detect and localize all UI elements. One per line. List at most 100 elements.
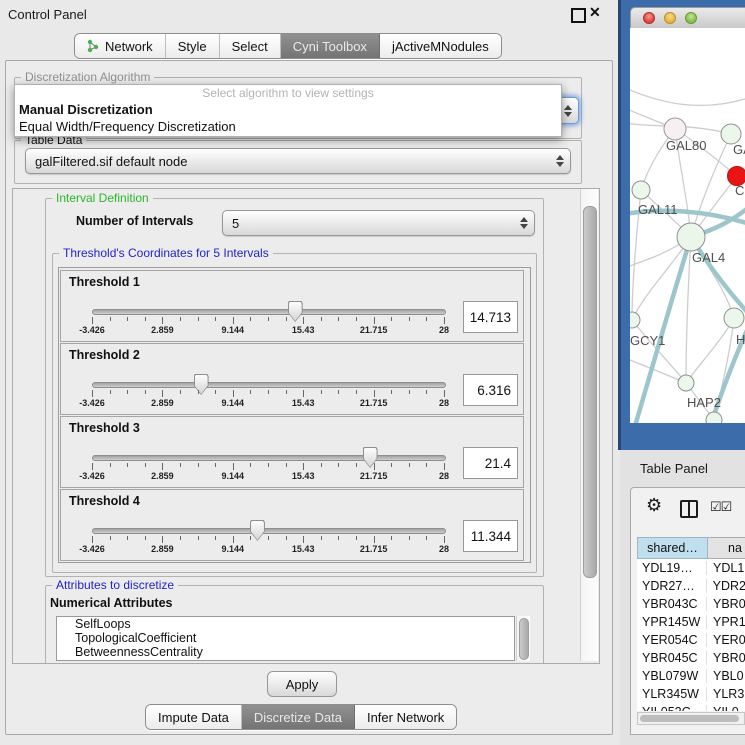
tab-label: Select bbox=[232, 39, 268, 54]
slider-tick-label: -3.426 bbox=[79, 325, 105, 335]
algorithm-option[interactable]: Manual Discretization bbox=[15, 101, 561, 118]
table-data-combobox[interactable]: galFiltered.sif default node bbox=[25, 148, 571, 174]
slider-tick-label: 2.859 bbox=[151, 544, 174, 554]
select-columns-icon[interactable]: ☑☑ bbox=[710, 499, 731, 515]
network-node[interactable] bbox=[706, 412, 722, 423]
discretization-algorithm-group-title: Discretization Algorithm bbox=[21, 70, 154, 84]
threshold-slider-thumb[interactable] bbox=[194, 374, 209, 395]
tab-label: Infer Network bbox=[367, 710, 444, 725]
tab-discretize-data[interactable]: Discretize Data bbox=[242, 705, 355, 729]
table-row[interactable]: YBR043CYBR0 bbox=[637, 595, 745, 613]
column-header-shared-name[interactable]: shared… bbox=[637, 537, 708, 559]
table-row[interactable]: YDR27…YDR2 bbox=[637, 577, 745, 595]
column-header-name[interactable]: na bbox=[708, 537, 745, 559]
network-node-label: GAL11 bbox=[638, 202, 678, 217]
minimize-window-icon[interactable] bbox=[664, 12, 676, 24]
slider-tick-label: 9.144 bbox=[222, 398, 245, 408]
zoom-window-icon[interactable] bbox=[685, 12, 697, 24]
gear-icon[interactable]: ⚙ bbox=[646, 495, 662, 516]
network-node-label: GCY1 bbox=[630, 333, 665, 348]
tab-impute-data[interactable]: Impute Data bbox=[146, 705, 242, 729]
slider-tick-label: 21.715 bbox=[360, 325, 388, 335]
attribute-list-item[interactable]: BetweennessCentrality bbox=[57, 645, 514, 659]
table-row[interactable]: YDL19…YDL1 bbox=[637, 559, 745, 577]
interval-definition-group-title: Interval Definition bbox=[52, 191, 153, 205]
float-panel-icon[interactable] bbox=[571, 8, 586, 23]
tab-style[interactable]: Style bbox=[166, 34, 220, 58]
threshold-label: Threshold 3 bbox=[69, 421, 140, 435]
table-horizontal-scrollbar[interactable] bbox=[637, 712, 745, 725]
network-window-titlebar[interactable] bbox=[630, 7, 745, 30]
combo-stepper-icon bbox=[556, 155, 564, 167]
network-node[interactable] bbox=[678, 375, 694, 391]
close-window-icon[interactable] bbox=[643, 12, 655, 24]
network-node[interactable] bbox=[664, 118, 686, 140]
table-row[interactable]: YLR345WYLR3 bbox=[637, 685, 745, 703]
threshold-panel: Threshold 4 11.344 -3.4262.8599.14415.43… bbox=[60, 489, 524, 561]
attributes-list-scrollbar[interactable] bbox=[516, 616, 530, 661]
threshold-panel: Threshold 3 21.4 -3.4262.8599.14415.4321… bbox=[60, 416, 524, 488]
numerical-attributes-label: Numerical Attributes bbox=[50, 596, 172, 610]
table-row[interactable]: YER054CYER0 bbox=[637, 631, 745, 649]
number-of-intervals-combobox[interactable]: 5 bbox=[222, 210, 535, 236]
tab-cyni-toolbox[interactable]: Cyni Toolbox bbox=[281, 34, 380, 58]
slider-tick-label: -3.426 bbox=[79, 544, 105, 554]
network-node[interactable] bbox=[632, 181, 650, 199]
threshold-slider-track[interactable] bbox=[92, 455, 446, 461]
network-node[interactable] bbox=[721, 124, 741, 144]
apply-button[interactable]: Apply bbox=[267, 671, 337, 697]
control-panel-tabs: Network Style Select Cyni ToolboxjActiveMNo… bbox=[74, 33, 502, 59]
slider-tick-label: -3.426 bbox=[79, 471, 105, 481]
network-node[interactable] bbox=[630, 312, 640, 328]
slider-tick-label: 9.144 bbox=[222, 325, 245, 335]
table-panel-window: ⚙ ☑☑ shared… na YDL19…YDL1YDR27…YDR2YBR0… bbox=[630, 487, 745, 735]
attribute-list-item[interactable]: SelfLoops bbox=[57, 617, 514, 631]
slider-tick-label: 15.43 bbox=[292, 471, 315, 481]
attribute-list-item[interactable]: TopologicalCoefficient bbox=[57, 631, 514, 645]
table-row[interactable]: YPR145WYPR1 bbox=[637, 613, 745, 631]
network-node-label: GA bbox=[733, 142, 745, 157]
tab-label: Discretize Data bbox=[254, 710, 342, 725]
settings-vertical-scrollbar[interactable] bbox=[580, 189, 598, 661]
threshold-slider-thumb[interactable] bbox=[363, 447, 378, 468]
table-header-row: shared… na bbox=[637, 537, 745, 559]
algorithm-dropdown-popup: Select algorithm to view settings Manual… bbox=[14, 84, 562, 137]
tab-label: Network bbox=[105, 39, 153, 54]
threshold-slider-thumb[interactable] bbox=[250, 520, 265, 541]
slider-tick-label: 28 bbox=[439, 398, 449, 408]
table-row[interactable]: YBR045CYBR0 bbox=[637, 649, 745, 667]
network-node[interactable] bbox=[677, 223, 705, 251]
close-panel-icon[interactable]: ✕ bbox=[589, 4, 601, 21]
network-node[interactable] bbox=[724, 308, 744, 328]
tab-select[interactable]: Select bbox=[220, 34, 281, 58]
threshold-slider-track[interactable] bbox=[92, 382, 446, 388]
threshold-slider-thumb[interactable] bbox=[288, 301, 303, 322]
table-row[interactable]: YIL052CYIL0 bbox=[637, 703, 745, 711]
tab-jactivemnodules[interactable]: jActiveMNodules bbox=[380, 34, 501, 58]
slider-tick-label: 2.859 bbox=[151, 398, 174, 408]
threshold-value-field[interactable]: 11.344 bbox=[463, 520, 518, 552]
table-row[interactable]: YBL079WYBL0 bbox=[637, 667, 745, 685]
threshold-panel: Threshold 2 6.316 -3.4262.8599.14415.432… bbox=[60, 343, 524, 415]
tab-network[interactable]: Network bbox=[75, 34, 166, 58]
combo-stepper-icon bbox=[564, 105, 572, 117]
table-rows[interactable]: YDL19…YDL1YDR27…YDR2YBR043CYBR0YPR145WYP… bbox=[637, 559, 745, 711]
threshold-slider-track[interactable] bbox=[92, 309, 446, 315]
tab-infer-network[interactable]: Infer Network bbox=[355, 705, 456, 729]
network-node-label: HAP2 bbox=[687, 395, 721, 410]
columns-icon[interactable] bbox=[680, 500, 698, 518]
table-panel-title: Table Panel bbox=[640, 461, 708, 476]
threshold-value-field[interactable]: 21.4 bbox=[463, 447, 518, 479]
network-node-label: GAL4 bbox=[692, 250, 725, 265]
threshold-slider-track[interactable] bbox=[92, 528, 446, 534]
numerical-attributes-list[interactable]: SelfLoopsTopologicalCoefficientBetweenne… bbox=[56, 616, 515, 661]
slider-tick-label: 2.859 bbox=[151, 325, 174, 335]
slider-tick-label: 15.43 bbox=[292, 544, 315, 554]
tab-label: Impute Data bbox=[158, 710, 229, 725]
network-view-canvas[interactable]: GAL80GACGAL11GAL4GCY1HHAP2 bbox=[630, 28, 745, 423]
combo-stepper-icon bbox=[520, 217, 528, 229]
threshold-value-field[interactable]: 14.713 bbox=[463, 301, 518, 333]
threshold-value-field[interactable]: 6.316 bbox=[463, 374, 518, 406]
algorithm-option[interactable]: Equal Width/Frequency Discretization bbox=[15, 118, 561, 135]
cyni-mode-tabs: Impute Data Discretize Data Infer Network bbox=[145, 704, 457, 730]
